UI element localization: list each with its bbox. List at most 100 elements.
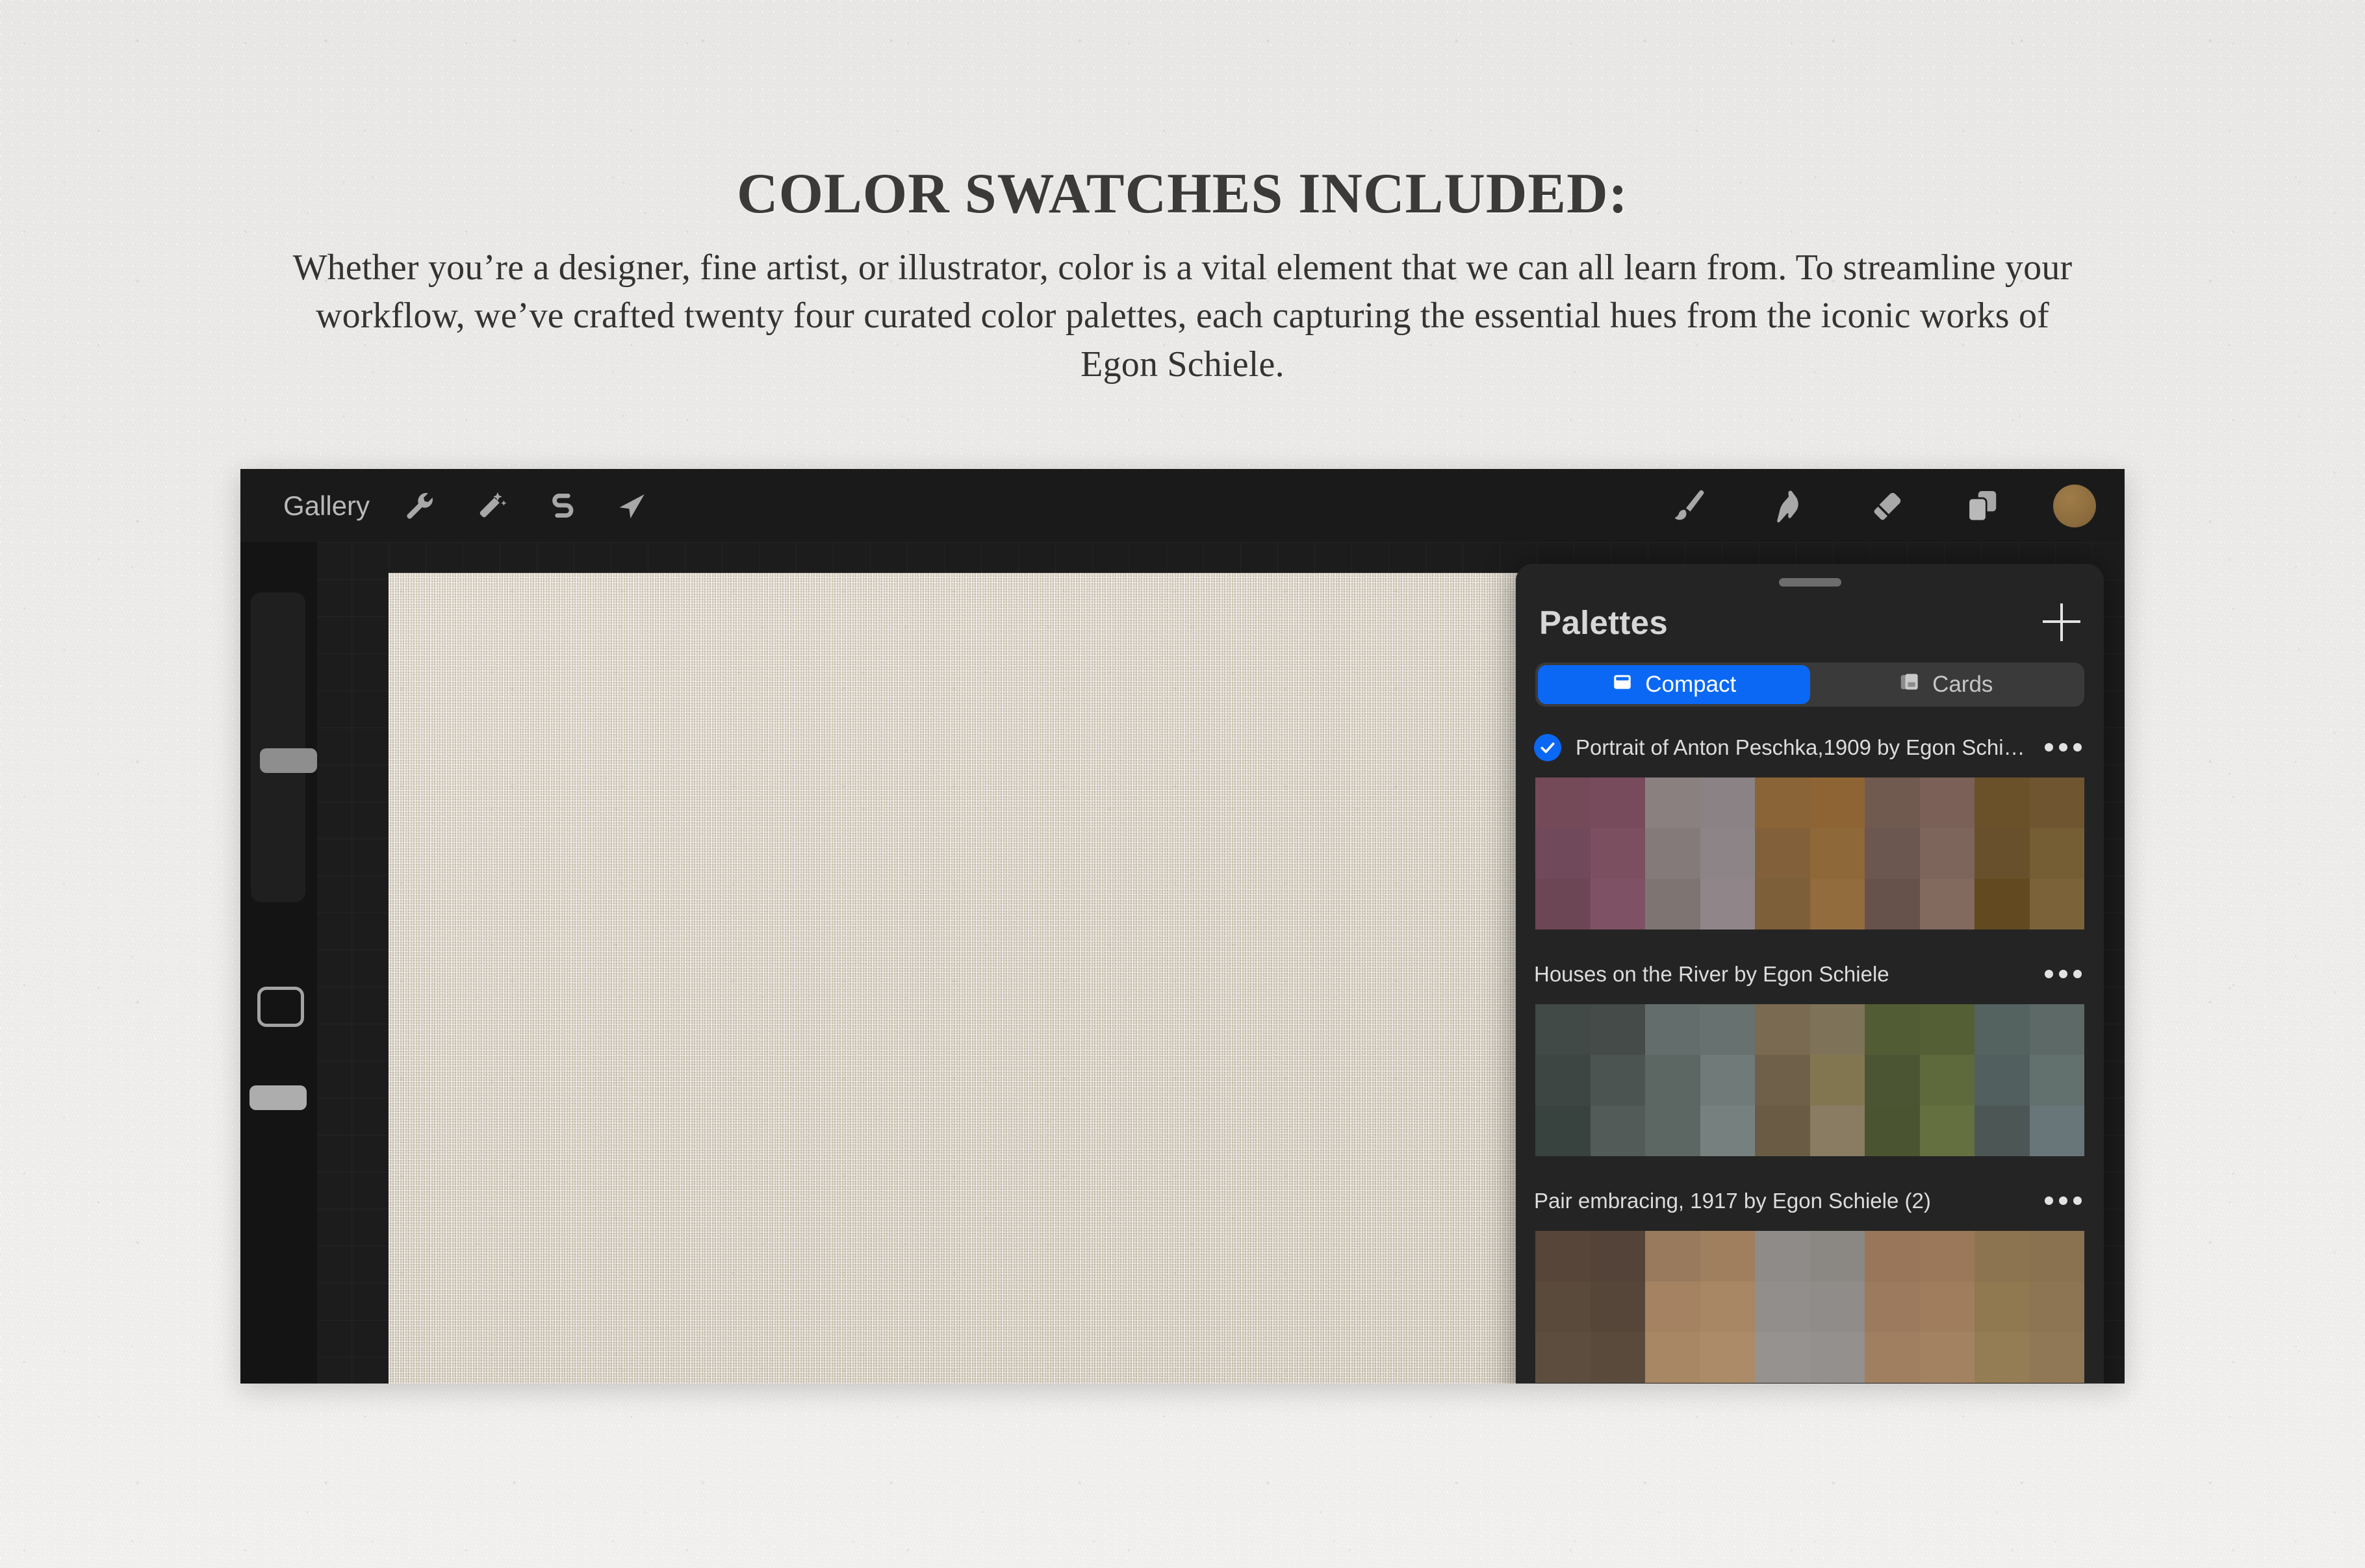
color-swatch[interactable] — [1810, 1004, 1865, 1055]
color-swatch[interactable] — [1920, 1231, 1975, 1282]
color-swatch[interactable] — [1755, 1231, 1810, 1282]
color-swatch[interactable] — [2030, 778, 2085, 828]
color-swatch[interactable] — [2030, 1282, 2085, 1332]
brush-size-slider-thumb[interactable] — [260, 748, 317, 773]
color-swatch[interactable] — [1591, 1282, 1646, 1332]
color-swatch[interactable] — [1810, 1282, 1865, 1332]
color-swatch[interactable] — [2030, 879, 2085, 929]
color-swatch[interactable] — [1535, 1055, 1591, 1106]
color-swatch[interactable] — [1865, 879, 1920, 929]
color-swatch[interactable] — [1645, 1332, 1700, 1383]
color-swatch[interactable] — [1975, 1055, 2030, 1106]
color-swatch[interactable] — [1920, 1332, 1975, 1383]
palette-row-header[interactable]: Houses on the River by Egon Schiele — [1516, 944, 2104, 1004]
palette-row-header[interactable]: Pair embracing, 1917 by Egon Schiele (2) — [1516, 1170, 2104, 1231]
gallery-button[interactable]: Gallery — [269, 484, 384, 528]
color-swatch[interactable] — [1755, 778, 1810, 828]
color-swatch[interactable] — [1591, 1055, 1646, 1106]
palette-more-options-icon[interactable] — [2032, 743, 2082, 752]
palette-list[interactable]: Portrait of Anton Peschka,1909 by Egon S… — [1516, 717, 2104, 1384]
color-swatch[interactable] — [2030, 1055, 2085, 1106]
color-swatch[interactable] — [1535, 1106, 1591, 1156]
color-swatch[interactable] — [1645, 1106, 1700, 1156]
color-swatch[interactable] — [1975, 778, 2030, 828]
adjustments-wrench-icon[interactable] — [384, 478, 455, 533]
brush-size-slider-track[interactable] — [251, 592, 305, 902]
layers-icon[interactable] — [1934, 475, 2031, 537]
color-swatch[interactable] — [1755, 1004, 1810, 1055]
tab-compact-view[interactable]: Compact — [1538, 665, 1810, 704]
color-swatch[interactable] — [1920, 1004, 1975, 1055]
color-swatch[interactable] — [1755, 828, 1810, 879]
color-swatch[interactable] — [1645, 1282, 1700, 1332]
color-swatch[interactable] — [1591, 1106, 1646, 1156]
color-swatch[interactable] — [1591, 879, 1646, 929]
palette-more-options-icon[interactable] — [2032, 970, 2082, 978]
color-swatch[interactable] — [1535, 778, 1591, 828]
color-swatch[interactable] — [1535, 879, 1591, 929]
color-swatch[interactable] — [1755, 1055, 1810, 1106]
color-swatch[interactable] — [1645, 828, 1700, 879]
color-swatch[interactable] — [1920, 1106, 1975, 1156]
color-swatch[interactable] — [1700, 879, 1756, 929]
color-swatch[interactable] — [2030, 828, 2085, 879]
palette-more-options-icon[interactable] — [2032, 1196, 2082, 1205]
color-swatch[interactable] — [1700, 778, 1756, 828]
color-swatch[interactable] — [1975, 828, 2030, 879]
color-swatch[interactable] — [1591, 1332, 1646, 1383]
color-swatch[interactable] — [1645, 1055, 1700, 1106]
color-swatch[interactable] — [1810, 778, 1865, 828]
color-swatch[interactable] — [2030, 1106, 2085, 1156]
eraser-icon[interactable] — [1836, 475, 1934, 537]
color-swatch[interactable] — [2030, 1004, 2085, 1055]
brush-opacity-slider-thumb[interactable] — [249, 1085, 307, 1110]
color-swatch[interactable] — [1920, 1055, 1975, 1106]
color-swatch[interactable] — [1975, 1282, 2030, 1332]
color-swatch[interactable] — [1645, 778, 1700, 828]
panel-drag-handle[interactable] — [1779, 578, 1841, 587]
color-swatch[interactable] — [1920, 1282, 1975, 1332]
paintbrush-icon[interactable] — [1641, 475, 1739, 537]
color-swatch[interactable] — [1755, 1106, 1810, 1156]
magic-wand-icon[interactable] — [455, 478, 527, 533]
modify-square-button[interactable] — [257, 987, 304, 1027]
color-swatch[interactable] — [1920, 828, 1975, 879]
color-swatch[interactable] — [1700, 1004, 1756, 1055]
color-swatch[interactable] — [1810, 1332, 1865, 1383]
selection-s-icon[interactable] — [527, 478, 598, 533]
color-swatch[interactable] — [1865, 828, 1920, 879]
color-swatch[interactable] — [1975, 1106, 2030, 1156]
add-palette-plus-icon[interactable] — [2043, 603, 2080, 641]
color-swatch[interactable] — [1975, 1004, 2030, 1055]
color-swatch[interactable] — [1700, 828, 1756, 879]
color-swatch[interactable] — [1865, 1332, 1920, 1383]
color-swatch[interactable] — [1700, 1106, 1756, 1156]
color-swatch[interactable] — [1645, 1231, 1700, 1282]
current-color-swatch-button[interactable] — [2053, 485, 2096, 527]
color-swatch[interactable] — [1535, 1282, 1591, 1332]
color-swatch[interactable] — [2030, 1332, 2085, 1383]
palette-selected-check-icon[interactable] — [1534, 734, 1561, 761]
tab-cards-view[interactable]: Cards — [1810, 665, 2082, 704]
color-swatch[interactable] — [1810, 879, 1865, 929]
color-swatch[interactable] — [1535, 828, 1591, 879]
color-swatch[interactable] — [1810, 1055, 1865, 1106]
color-swatch[interactable] — [1975, 879, 2030, 929]
color-swatch[interactable] — [1865, 1055, 1920, 1106]
color-swatch[interactable] — [1865, 1106, 1920, 1156]
color-swatch[interactable] — [1645, 1004, 1700, 1055]
color-swatch[interactable] — [1755, 1332, 1810, 1383]
color-swatch[interactable] — [1645, 879, 1700, 929]
color-swatch[interactable] — [1535, 1332, 1591, 1383]
color-swatch[interactable] — [1865, 778, 1920, 828]
color-swatch[interactable] — [1755, 879, 1810, 929]
color-swatch[interactable] — [1975, 1332, 2030, 1383]
color-swatch[interactable] — [1865, 1282, 1920, 1332]
color-swatch[interactable] — [1700, 1332, 1756, 1383]
palette-row-header[interactable]: Portrait of Anton Peschka,1909 by Egon S… — [1516, 717, 2104, 778]
transform-arrow-icon[interactable] — [598, 478, 670, 533]
color-swatch[interactable] — [1591, 778, 1646, 828]
color-swatch[interactable] — [1975, 1231, 2030, 1282]
color-swatch[interactable] — [1535, 1004, 1591, 1055]
color-swatch[interactable] — [1755, 1282, 1810, 1332]
